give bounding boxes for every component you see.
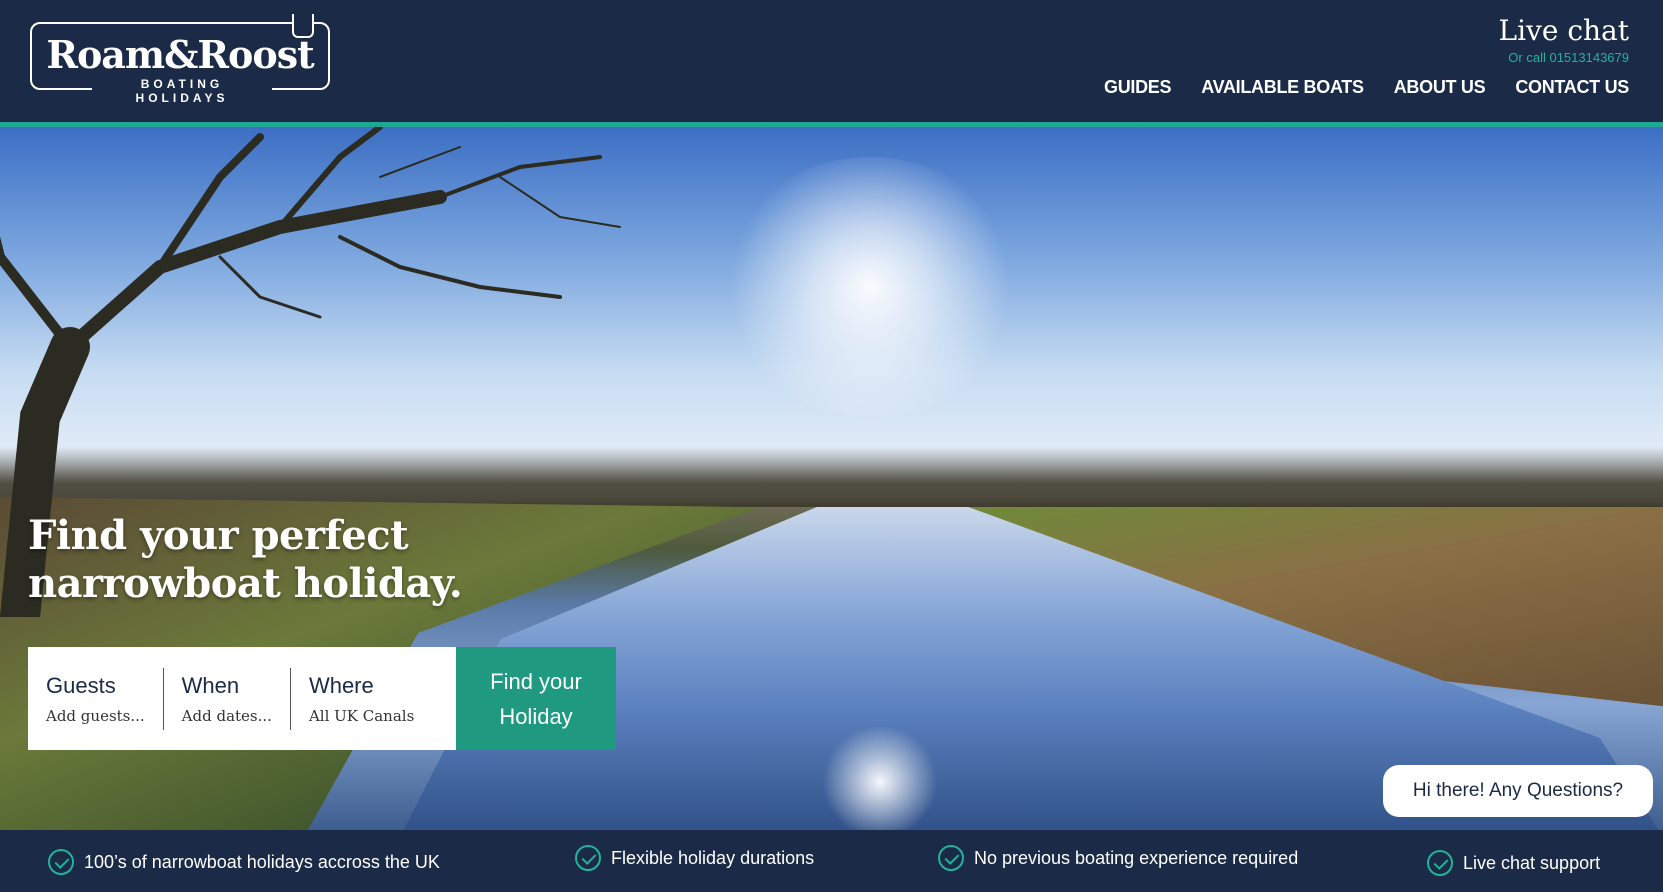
when-field[interactable]: When Add dates...: [164, 667, 291, 730]
guests-label: Guests: [46, 672, 116, 698]
brand-logo[interactable]: Roam&Roost BOATING HOLIDAYS: [30, 14, 330, 105]
feature-item: 100’s of narrowboat holidays accross the…: [48, 849, 440, 875]
check-circle-icon: [575, 845, 601, 871]
nav-contact-us[interactable]: CONTACT US: [1515, 77, 1629, 98]
guests-placeholder: Add guests...: [46, 706, 145, 725]
check-circle-icon: [938, 845, 964, 871]
feature-item: Flexible holiday durations: [575, 845, 814, 871]
where-label: Where: [308, 672, 374, 698]
check-circle-icon: [48, 849, 74, 875]
hero-image: Find your perfect narrowboat holiday. Gu…: [0, 127, 1663, 830]
find-button-line1: Find your: [490, 668, 582, 694]
where-field[interactable]: Where All UK Canals: [291, 668, 432, 730]
hero-headline: Find your perfect narrowboat holiday.: [28, 512, 463, 607]
search-fields: Guests Add guests... When Add dates... W…: [28, 647, 456, 750]
live-chat-link[interactable]: Live chat: [1499, 14, 1630, 47]
where-value: All UK Canals: [308, 706, 415, 725]
features-bar: 100’s of narrowboat holidays accross the…: [0, 830, 1663, 892]
feature-item: No previous boating experience required: [938, 845, 1298, 871]
nav-about-us[interactable]: ABOUT US: [1394, 77, 1486, 98]
check-circle-icon: [1427, 850, 1453, 876]
guests-field[interactable]: Guests Add guests...: [28, 667, 164, 730]
feature-text: No previous boating experience required: [974, 847, 1299, 868]
chat-prompt-bubble[interactable]: Hi there! Any Questions?: [1383, 765, 1653, 817]
find-button-line2: Holiday: [499, 703, 573, 729]
when-label: When: [181, 672, 240, 698]
sun-reflection: [820, 727, 940, 830]
sun-glare: [720, 157, 1020, 417]
find-holiday-button[interactable]: Find your Holiday: [456, 647, 616, 750]
holiday-search-bar: Guests Add guests... When Add dates... W…: [28, 647, 616, 750]
nav-guides[interactable]: GUIDES: [1104, 77, 1172, 98]
feature-text: Live chat support: [1463, 852, 1601, 873]
feature-item: Live chat support: [1427, 850, 1600, 876]
brand-tagline: BOATING HOLIDAYS: [92, 77, 272, 105]
brand-name: Roam&Roost: [46, 32, 314, 77]
feature-text: Flexible holiday durations: [611, 847, 815, 868]
main-nav: GUIDES AVAILABLE BOATS ABOUT US CONTACT …: [1104, 77, 1629, 98]
when-placeholder: Add dates...: [181, 706, 272, 725]
phone-link[interactable]: Or call 01513143679: [1508, 50, 1629, 65]
nav-available-boats[interactable]: AVAILABLE BOATS: [1201, 77, 1364, 98]
feature-text: 100’s of narrowboat holidays accross the…: [84, 851, 440, 872]
site-header: Roam&Roost BOATING HOLIDAYS Live chat Or…: [0, 0, 1663, 122]
